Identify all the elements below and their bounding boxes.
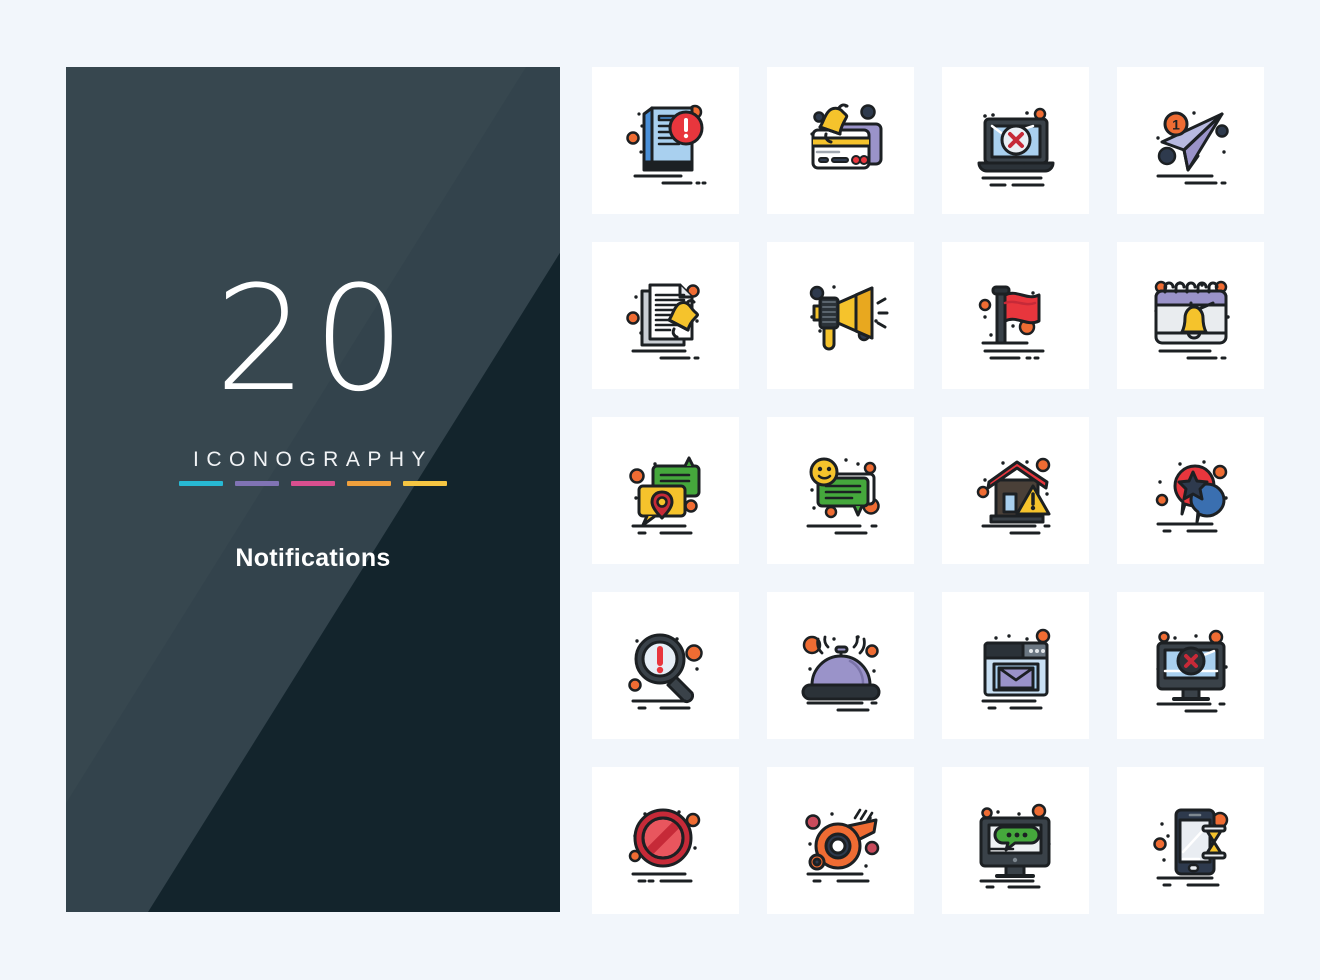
color-rule-5 (403, 481, 447, 486)
icon-card-chat-location[interactable] (592, 417, 739, 564)
icon-card-calendar-bell[interactable] (1117, 242, 1264, 389)
phone-hourglass-icon (1152, 808, 1228, 886)
icon-card-chat-smiley[interactable] (767, 417, 914, 564)
credit-card-bell-icon (809, 102, 882, 169)
chat-star-icon (1155, 459, 1228, 532)
icon-card-whistle[interactable] (767, 767, 914, 914)
document-bell-icon (625, 283, 700, 359)
service-bell-icon (801, 634, 880, 711)
color-rule-1 (179, 481, 223, 486)
paper-plane-badge-count: 1 (1172, 116, 1180, 132)
whistle-icon (804, 808, 879, 882)
calendar-bell-icon (1153, 280, 1230, 359)
icon-card-credit-card-bell[interactable] (767, 67, 914, 214)
cover-panel: 20 ICONOGRAPHY Notifications (66, 67, 560, 912)
browser-email-icon (981, 628, 1050, 709)
icon-card-monitor-error[interactable] (1117, 592, 1264, 739)
icon-card-house-warning[interactable] (942, 417, 1089, 564)
iconography-label: ICONOGRAPHY (192, 448, 434, 471)
megaphone-icon (809, 284, 888, 350)
monitor-error-icon (1155, 629, 1228, 712)
icon-card-service-bell[interactable] (767, 592, 914, 739)
color-rule-row (179, 481, 447, 486)
magnifier-alert-icon (627, 633, 703, 709)
icon-card-book-alert[interactable] (592, 67, 739, 214)
icon-card-block-sign[interactable] (592, 767, 739, 914)
laptop-error-icon (977, 107, 1054, 186)
icon-card-browser-email[interactable] (942, 592, 1089, 739)
icon-card-paper-plane-badge[interactable]: 1 (1117, 67, 1264, 214)
book-alert-icon (625, 104, 706, 184)
icon-card-red-flag[interactable] (942, 242, 1089, 389)
cover-title: Notifications (235, 544, 391, 572)
monitor-chat-icon (979, 803, 1051, 888)
color-rule-4 (347, 481, 391, 486)
icon-count: 20 (214, 255, 412, 424)
icon-card-megaphone[interactable] (767, 242, 914, 389)
color-rule-3 (291, 481, 335, 486)
red-flag-icon (978, 285, 1044, 359)
icon-card-chat-star[interactable] (1117, 417, 1264, 564)
chat-location-icon (628, 456, 700, 534)
paper-plane-badge-icon: 1 (1155, 110, 1229, 184)
color-rule-2 (235, 481, 279, 486)
icon-card-magnifier-alert[interactable] (592, 592, 739, 739)
icon-card-laptop-error[interactable] (942, 67, 1089, 214)
chat-smiley-icon (806, 457, 880, 534)
icon-grid: 1 (592, 67, 1264, 914)
house-warning-icon (976, 457, 1050, 534)
icon-card-phone-hourglass[interactable] (1117, 767, 1264, 914)
block-sign-icon (628, 808, 700, 882)
icon-card-document-bell[interactable] (592, 242, 739, 389)
icon-card-monitor-chat[interactable] (942, 767, 1089, 914)
